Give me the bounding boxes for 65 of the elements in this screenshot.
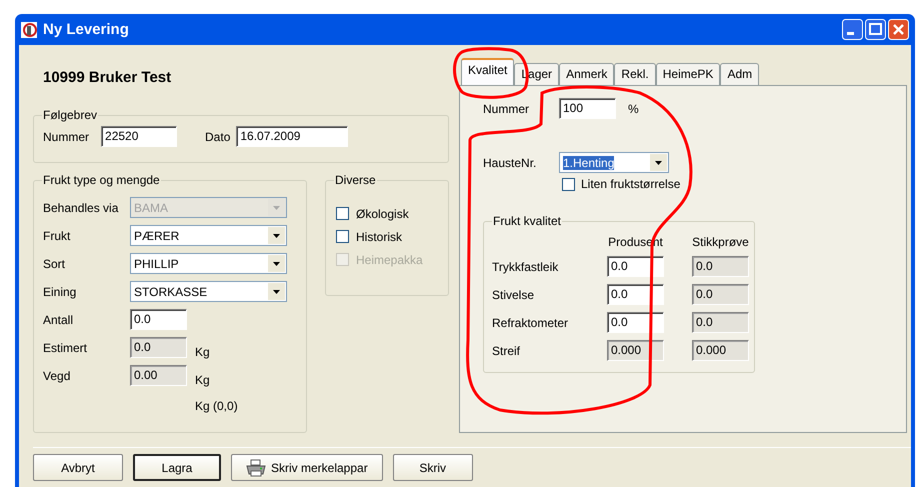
dropdown[interactable]: PHILLIP <box>130 253 287 274</box>
input-field: 0.000 <box>607 340 664 361</box>
field-label: Frukt <box>43 228 72 242</box>
checkbox-label: Historisk <box>356 230 402 244</box>
app-icon <box>21 22 37 38</box>
maximize-icon[interactable] <box>865 19 886 40</box>
field-label: Sort <box>43 256 66 270</box>
checkbox[interactable] <box>336 230 349 243</box>
dialog-button[interactable]: Skriv merkelappar <box>231 454 383 481</box>
field-label: Stivelse <box>492 288 536 302</box>
checkbox-label: Økologisk <box>356 206 409 220</box>
customer-heading: 10999 Bruker Test <box>43 69 172 88</box>
dialog-button[interactable]: Skriv <box>392 454 473 481</box>
checkbox[interactable] <box>336 207 349 220</box>
field-label: Behandles via <box>43 200 120 214</box>
dialog-button[interactable]: Avbryt <box>33 454 123 481</box>
printer-icon <box>246 458 266 476</box>
field-label: Streif <box>492 344 522 358</box>
close-icon[interactable] <box>888 19 909 40</box>
input-field: 0.00 <box>130 365 187 386</box>
input-field[interactable]: 22520 <box>101 126 178 147</box>
input-field[interactable]: 0.0 <box>607 312 664 333</box>
unit-label: % <box>628 102 639 116</box>
checkbox-label: Liten fruktstørrelse <box>581 177 680 191</box>
field-label: Estimert <box>43 340 88 354</box>
unit-label: Kg <box>195 372 210 386</box>
group-legend: Frukt type og mengde <box>42 173 161 187</box>
group-legend: Diverse <box>334 173 377 187</box>
field-label: Eining <box>43 284 78 298</box>
group-legend: Frukt kvalitet <box>492 214 562 228</box>
field-label: Nummer <box>483 102 530 116</box>
input-field[interactable]: 100 <box>559 98 616 119</box>
dialog-button[interactable]: Lagra <box>133 454 221 481</box>
field-label: Trykkfastleik <box>492 260 560 274</box>
window-title: Ny Levering <box>43 21 129 38</box>
input-field[interactable]: 0.0 <box>607 256 664 277</box>
field-label: Nummer <box>43 130 90 144</box>
input-field[interactable]: 0.0 <box>607 284 664 305</box>
tab[interactable]: Rekl. <box>614 63 656 85</box>
checkbox[interactable] <box>562 178 575 190</box>
minimize-icon[interactable] <box>842 19 863 40</box>
tab[interactable]: HeimePK <box>656 63 720 85</box>
tab[interactable]: Anmerk <box>559 63 614 85</box>
input-field: 0.0 <box>692 284 749 305</box>
tab[interactable]: Kvalitet <box>461 58 514 85</box>
weight-summary: Kg (0,0) <box>195 398 238 412</box>
input-field: 0.0 <box>692 256 749 277</box>
input-field: 0.0 <box>130 337 187 358</box>
dropdown[interactable]: PÆRER <box>130 225 287 246</box>
input-field: 0.0 <box>692 312 749 333</box>
input-field[interactable]: 16.07.2009 <box>236 126 348 147</box>
field-label: Refraktometer <box>492 316 570 330</box>
column-header: Stikkprøve <box>691 235 750 249</box>
field-label: Dato <box>205 130 230 144</box>
tab[interactable]: Adm <box>720 63 760 85</box>
unit-label: Kg <box>195 344 210 358</box>
field-label: HausteNr. <box>483 156 538 170</box>
field-label: Antall <box>43 312 74 326</box>
input-field: 0.000 <box>692 340 749 361</box>
input-field[interactable]: 0.0 <box>130 309 187 330</box>
field-label: Vegd <box>43 368 72 382</box>
dropdown[interactable]: 1.Henting <box>559 152 669 173</box>
dropdown[interactable]: STORKASSE <box>130 281 287 302</box>
checkbox-label: Heimepakka <box>356 252 423 266</box>
group-legend: Følgebrev <box>42 108 98 122</box>
